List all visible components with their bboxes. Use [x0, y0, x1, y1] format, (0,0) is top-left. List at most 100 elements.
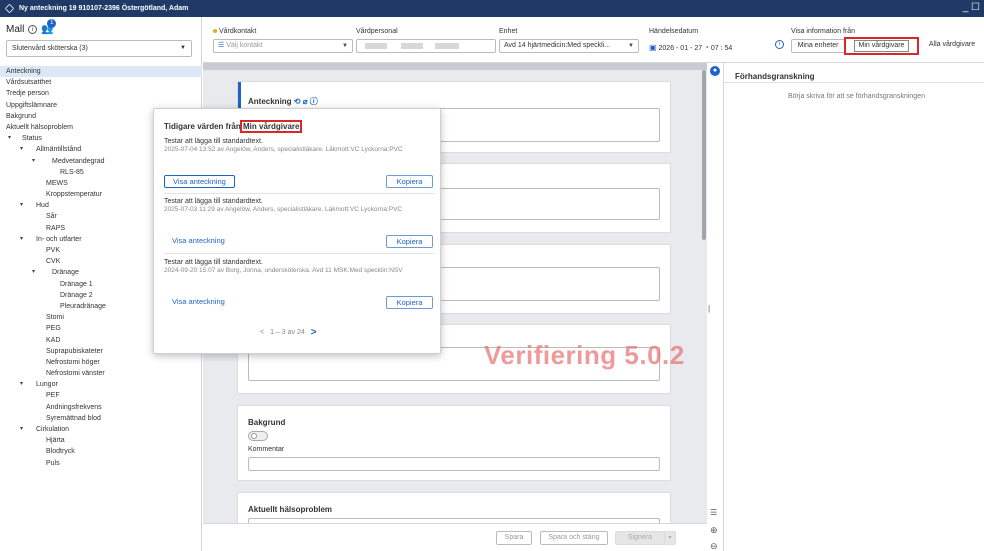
- tree-item[interactable]: Tredje person: [0, 88, 202, 99]
- signera-button[interactable]: Signera: [615, 531, 665, 545]
- preview-title: Förhandsgranskning: [735, 72, 815, 81]
- tree-item-label: Aktuellt hälsoproblem: [6, 123, 73, 131]
- entry-meta: 2024-09-20 15:07 av Borg, Jonna, undersk…: [164, 267, 403, 274]
- visa-anteckning-button[interactable]: Visa anteckning: [164, 175, 235, 188]
- form-footer: Spara Spara och stäng Signera ▾: [203, 523, 707, 551]
- list-view-icon[interactable]: ☰: [710, 508, 717, 517]
- chevron-down-icon[interactable]: ▾: [32, 267, 35, 278]
- info-icon[interactable]: i: [28, 25, 38, 34]
- tree-item-label: Andningsfrekvens: [46, 403, 102, 411]
- visa-anteckning-button[interactable]: Visa anteckning: [164, 235, 233, 248]
- entry-meta: 2025-07-04 13:52 av Angelöw, Anders, spe…: [164, 146, 403, 153]
- preview-hint: Börja skriva för att se förhandsgranskni…: [788, 93, 925, 100]
- mall-select[interactable]: Slutenvård sköterska (3) ▼: [6, 40, 192, 57]
- info-icon[interactable]: ⓘ: [310, 96, 318, 107]
- tree-item-label: PEG: [46, 325, 61, 333]
- spara-och-stang-button[interactable]: Spara och stäng: [540, 531, 608, 545]
- tree-item[interactable]: ▾ Lungor: [0, 379, 202, 390]
- tree-item-label: Sår: [46, 213, 57, 221]
- alla-vardgivare-button[interactable]: Alla vårdgivare: [923, 39, 981, 53]
- signera-dropdown-button[interactable]: ▾: [664, 531, 676, 545]
- tree-item[interactable]: Andningsfrekvens: [0, 402, 202, 413]
- vardkontakt-label: Vårdkontakt: [213, 28, 256, 35]
- info-icon[interactable]: i: [775, 40, 784, 49]
- tree-item-label: Pleuradränage: [60, 302, 106, 310]
- history-entry: Testar att lägga till standardtext. 2024-…: [164, 259, 434, 315]
- chevron-down-icon[interactable]: ▾: [20, 424, 23, 435]
- redacted-block: [435, 43, 459, 49]
- tree-item-label: RLS-85: [60, 168, 84, 176]
- tree-item-label: MEWS: [46, 179, 68, 187]
- tree-item[interactable]: ▾ Cirkulation: [0, 424, 202, 435]
- tree-item-label: PVK: [46, 247, 61, 254]
- previous-values-popup: Tidigare värden från Min vårdgivare Test…: [153, 108, 441, 354]
- bakgrund-card: Bakgrund Kommentar: [237, 405, 671, 481]
- tree-item[interactable]: Nefrostomi höger: [0, 357, 202, 368]
- bakgrund-title: Bakgrund: [248, 418, 286, 427]
- chevron-down-icon[interactable]: ▾: [20, 144, 23, 155]
- clock-icon: ◔: [704, 43, 709, 52]
- tree-item-label: Medvetandegrad: [52, 157, 105, 165]
- form-scrollbar[interactable]: [702, 70, 706, 240]
- chevron-down-icon[interactable]: ▾: [20, 200, 23, 211]
- eye-icon[interactable]: ●: [710, 66, 720, 76]
- enhet-select[interactable]: Avd 14 hjärtmedicin:Med speckli... ▼: [499, 39, 639, 53]
- tree-item[interactable]: Nefrostomi vänster: [0, 368, 202, 379]
- kopiera-button[interactable]: Kopiera: [386, 296, 433, 309]
- history-icon[interactable]: ⟲: [294, 97, 301, 106]
- next-page-icon[interactable]: >: [311, 327, 317, 338]
- tree-item[interactable]: Vårdsutsatthet: [0, 77, 202, 88]
- bakgrund-toggle[interactable]: [248, 431, 268, 441]
- date-time-field[interactable]: ▣ 2026 - 01 - 27 ◔ 07 : 54: [649, 43, 732, 52]
- chevron-down-icon[interactable]: ▾: [20, 379, 23, 390]
- tree-item-label: Allmäntillstånd: [36, 146, 82, 154]
- drag-handle-icon[interactable]: |: [708, 304, 710, 313]
- tree-item-label: Dränage: [52, 269, 79, 277]
- tree-item-label: Blodtryck: [46, 448, 75, 456]
- tree-item[interactable]: Puls: [0, 458, 202, 469]
- kopiera-button[interactable]: Kopiera: [386, 175, 433, 188]
- visa-anteckning-button[interactable]: Visa anteckning: [164, 296, 233, 309]
- mall-header: Mall i 👥 1: [6, 19, 57, 35]
- chevron-down-icon[interactable]: ▾: [8, 133, 11, 144]
- chevron-down-icon: ▼: [342, 43, 348, 49]
- popup-title: Tidigare värden från Min vårdgivare: [164, 120, 303, 133]
- tree-item-label: Hjärta: [46, 437, 65, 445]
- chevron-down-icon[interactable]: ▾: [32, 156, 35, 167]
- tree-item[interactable]: Syremättnad blod: [0, 413, 202, 424]
- tree-item[interactable]: PEF: [0, 390, 202, 401]
- form-top-bar: [203, 63, 707, 70]
- attachment-icon[interactable]: ⌀: [303, 97, 308, 106]
- min-vardgivare-button[interactable]: Min vårdgivare: [844, 37, 919, 55]
- verification-watermark: Verifiering 5.0.2: [484, 340, 685, 370]
- mina-enheter-button[interactable]: Mina enheter: [791, 39, 845, 53]
- spara-button[interactable]: Spara: [496, 531, 532, 545]
- people-icon[interactable]: 👥 1: [41, 19, 57, 35]
- tree-item[interactable]: Hjärta: [0, 435, 202, 446]
- visa-information-label: Visa information från: [791, 28, 856, 35]
- tree-item[interactable]: Blodtryck: [0, 446, 202, 457]
- previous-page-icon[interactable]: <: [260, 329, 264, 336]
- kopiera-button[interactable]: Kopiera: [386, 235, 433, 248]
- divider: [724, 82, 984, 83]
- pager: < 1 – 3 av 24 >: [260, 327, 317, 338]
- vardkontakt-select[interactable]: ☰ Välj kontakt ▼: [213, 39, 353, 53]
- history-entry: Testar att lägga till standardtext. 2025-…: [164, 198, 434, 254]
- side-toolbar: ● | ☰ ⊕ ⊖: [707, 63, 724, 551]
- chevron-down-icon[interactable]: ▾: [20, 234, 23, 245]
- tree-item-label: Suprapubiskateter: [46, 347, 103, 355]
- window-titlebar: Ny anteckning 19 910107-2396 Östergötlan…: [0, 0, 984, 17]
- kommentar-input[interactable]: [248, 457, 660, 471]
- pager-text: 1 – 3 av 24: [270, 329, 305, 336]
- preview-pane: Förhandsgranskning Börja skriva för att …: [724, 63, 984, 551]
- zoom-in-icon[interactable]: ⊕: [710, 525, 718, 536]
- history-entry: Testar att lägga till standardtext. 2025-…: [164, 138, 434, 194]
- tree-item-label: Lungor: [36, 381, 58, 389]
- tree-item-label: Bakgrund: [6, 112, 36, 120]
- vardpersonal-field[interactable]: [356, 39, 496, 53]
- zoom-out-icon[interactable]: ⊖: [710, 541, 718, 551]
- tree-item-label: Status: [22, 135, 42, 143]
- tree-item-label: Vårdsutsatthet: [6, 79, 52, 87]
- window-controls[interactable]: _ ☐: [963, 2, 980, 13]
- tree-item[interactable]: Anteckning: [0, 66, 202, 78]
